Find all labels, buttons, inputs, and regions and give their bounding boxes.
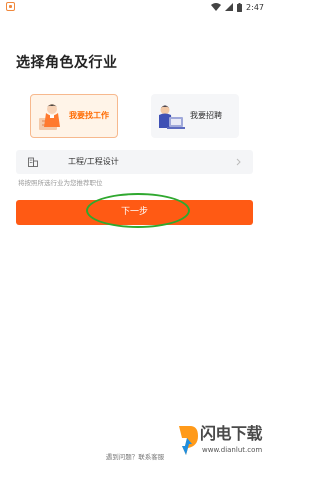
next-step-label: 下一步 bbox=[120, 207, 148, 217]
page-title: 选择角色及行业 bbox=[16, 55, 118, 71]
lightning-logo-icon bbox=[179, 426, 198, 455]
role-label-job-seeker: 我要找工作 bbox=[69, 111, 109, 120]
wifi-icon bbox=[211, 3, 222, 11]
app-icon bbox=[6, 2, 15, 11]
industry-hint: 将按照所选行业为您推荐职位 bbox=[18, 179, 103, 187]
battery-icon bbox=[237, 2, 243, 12]
next-step-button[interactable]: 下一步 bbox=[16, 200, 253, 225]
status-right: 2:47 bbox=[211, 1, 264, 13]
role-card-recruiter[interactable]: 我要招聘 bbox=[151, 94, 239, 138]
status-bar: 2:47 bbox=[0, 0, 270, 14]
building-icon bbox=[28, 157, 38, 167]
job-seeker-illustration bbox=[39, 104, 60, 130]
recruiter-illustration bbox=[159, 105, 185, 129]
role-label-recruiter: 我要招聘 bbox=[190, 111, 222, 120]
signal-icon bbox=[225, 3, 234, 11]
contact-support-link[interactable]: 遇到问题？联系客服 bbox=[0, 452, 270, 462]
role-card-job-seeker[interactable]: 我要找工作 bbox=[30, 94, 118, 138]
watermark-brand: 闪电下载 bbox=[200, 424, 263, 443]
industry-value: 工程/工程设计 bbox=[68, 157, 119, 166]
chevron-right-icon bbox=[236, 158, 241, 166]
industry-selector[interactable]: 工程/工程设计 bbox=[16, 150, 253, 174]
status-time: 2:47 bbox=[246, 2, 264, 12]
